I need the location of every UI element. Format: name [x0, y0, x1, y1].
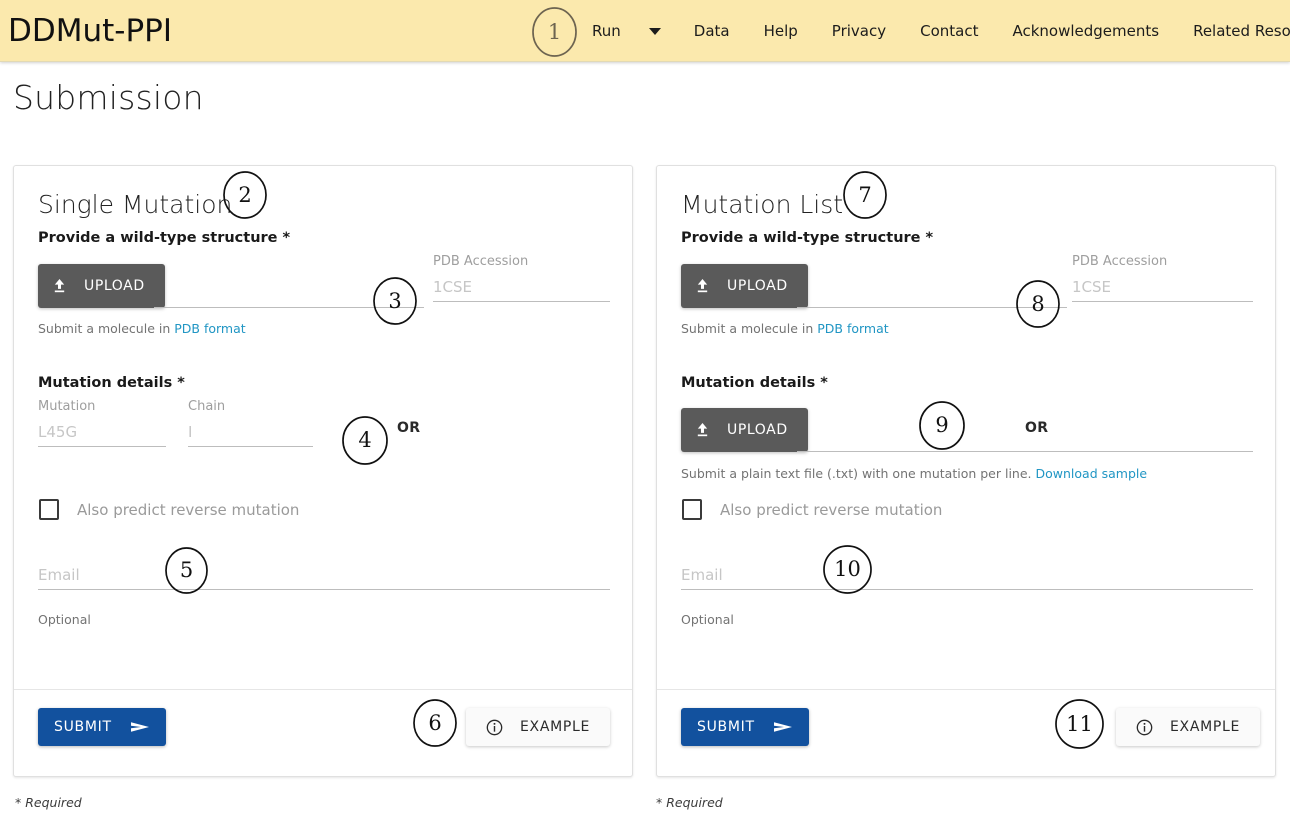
nav-item-acknowledgements[interactable]: Acknowledgements [995, 0, 1176, 62]
send-icon [773, 722, 792, 732]
submit-label: SUBMIT [54, 719, 112, 735]
upload-icon [697, 422, 708, 437]
card-footer-divider-list [657, 689, 1275, 690]
mutation-details-legend-list: Mutation details * [681, 375, 828, 391]
mutation-list-filename-input[interactable] [797, 408, 1253, 452]
example-button[interactable]: EXAMPLE [466, 708, 611, 746]
pdb-accession-label-list: PDB Accession [1072, 254, 1168, 269]
mutation-list-upload-label: UPLOAD [727, 422, 788, 438]
chevron-down-icon[interactable] [648, 27, 661, 35]
send-icon [130, 722, 149, 732]
email-input-list[interactable] [681, 566, 1253, 590]
example-label-list: EXAMPLE [1170, 719, 1241, 735]
download-sample-link[interactable]: Download sample [1036, 466, 1148, 481]
structure-upload-label-list: UPLOAD [727, 278, 788, 294]
chain-label: Chain [188, 399, 226, 414]
nav-item-privacy[interactable]: Privacy [815, 0, 903, 62]
pdb-accession-input[interactable] [433, 278, 610, 302]
mutation-list-hint-text: Submit a plain text file (.txt) with one… [681, 466, 1036, 481]
structure-upload-filename-input[interactable] [154, 264, 424, 308]
example-button-list[interactable]: EXAMPLE [1116, 708, 1261, 746]
structure-legend-list: Provide a wild-type structure * [681, 230, 934, 246]
card-heading-mutation-list: Mutation List [681, 190, 844, 219]
pdb-format-link[interactable]: PDB format [174, 321, 245, 336]
info-icon [1136, 719, 1153, 735]
mutation-list-card: Mutation List Provide a wild-type struct… [656, 165, 1276, 777]
pdb-accession-label: PDB Accession [433, 254, 529, 269]
pdb-format-link-list[interactable]: PDB format [817, 321, 888, 336]
submit-label-list: SUBMIT [697, 719, 755, 735]
reverse-mutation-checkbox-row[interactable]: Also predict reverse mutation [39, 499, 299, 520]
nav-item-data[interactable]: Data [677, 0, 747, 62]
mutation-list-upload-button[interactable]: UPLOAD [681, 408, 808, 452]
structure-upload-label: UPLOAD [84, 278, 145, 294]
reverse-mutation-label-list: Also predict reverse mutation [720, 500, 943, 519]
mutation-details-legend: Mutation details * [38, 375, 185, 391]
structure-hint: Submit a molecule in PDB format [38, 321, 246, 336]
nav-links: Run Data Help Privacy Contact Acknowledg… [592, 0, 1290, 62]
single-mutation-card: Single Mutation Provide a wild-type stru… [13, 165, 633, 777]
upload-icon [697, 278, 708, 293]
page-title: Submission [13, 78, 204, 117]
top-navbar: DDMut-PPI Run Data Help Privacy Contact … [0, 0, 1290, 62]
email-hint: Optional [38, 612, 91, 627]
card-footer-divider [14, 689, 632, 690]
structure-upload-button[interactable]: UPLOAD [38, 264, 165, 308]
nav-item-related-resources[interactable]: Related Resources [1176, 0, 1290, 62]
reverse-mutation-checkbox[interactable] [39, 499, 59, 520]
structure-hint-list: Submit a molecule in PDB format [681, 321, 889, 336]
or-label-structure: OR [397, 420, 421, 436]
nav-item-run[interactable]: Run [592, 0, 627, 62]
structure-legend: Provide a wild-type structure * [38, 230, 291, 246]
structure-upload-filename-input-list[interactable] [797, 264, 1067, 308]
mutation-label: Mutation [38, 399, 96, 414]
structure-hint-text: Submit a molecule in [38, 321, 175, 336]
email-input[interactable] [38, 566, 610, 590]
mutation-input[interactable] [38, 423, 166, 447]
brand-logo[interactable]: DDMut-PPI [8, 13, 172, 49]
submit-button-list[interactable]: SUBMIT [681, 708, 809, 746]
required-note-left: * Required [15, 795, 82, 810]
structure-upload-button-list[interactable]: UPLOAD [681, 264, 808, 308]
pdb-accession-input-list[interactable] [1072, 278, 1253, 302]
structure-hint-text-list: Submit a molecule in [681, 321, 818, 336]
example-label: EXAMPLE [520, 719, 591, 735]
required-note-right: * Required [656, 795, 723, 810]
reverse-mutation-checkbox-list[interactable] [682, 499, 702, 520]
nav-item-contact[interactable]: Contact [903, 0, 995, 62]
upload-icon [54, 278, 65, 293]
mutation-list-hint: Submit a plain text file (.txt) with one… [681, 466, 1147, 481]
card-heading-single-mutation: Single Mutation [38, 190, 233, 219]
nav-item-help[interactable]: Help [747, 0, 815, 62]
submit-button[interactable]: SUBMIT [38, 708, 166, 746]
info-icon [486, 719, 503, 735]
reverse-mutation-label: Also predict reverse mutation [77, 500, 300, 519]
email-hint-list: Optional [681, 612, 734, 627]
reverse-mutation-checkbox-row-list[interactable]: Also predict reverse mutation [682, 499, 942, 520]
chain-input[interactable] [188, 423, 313, 447]
